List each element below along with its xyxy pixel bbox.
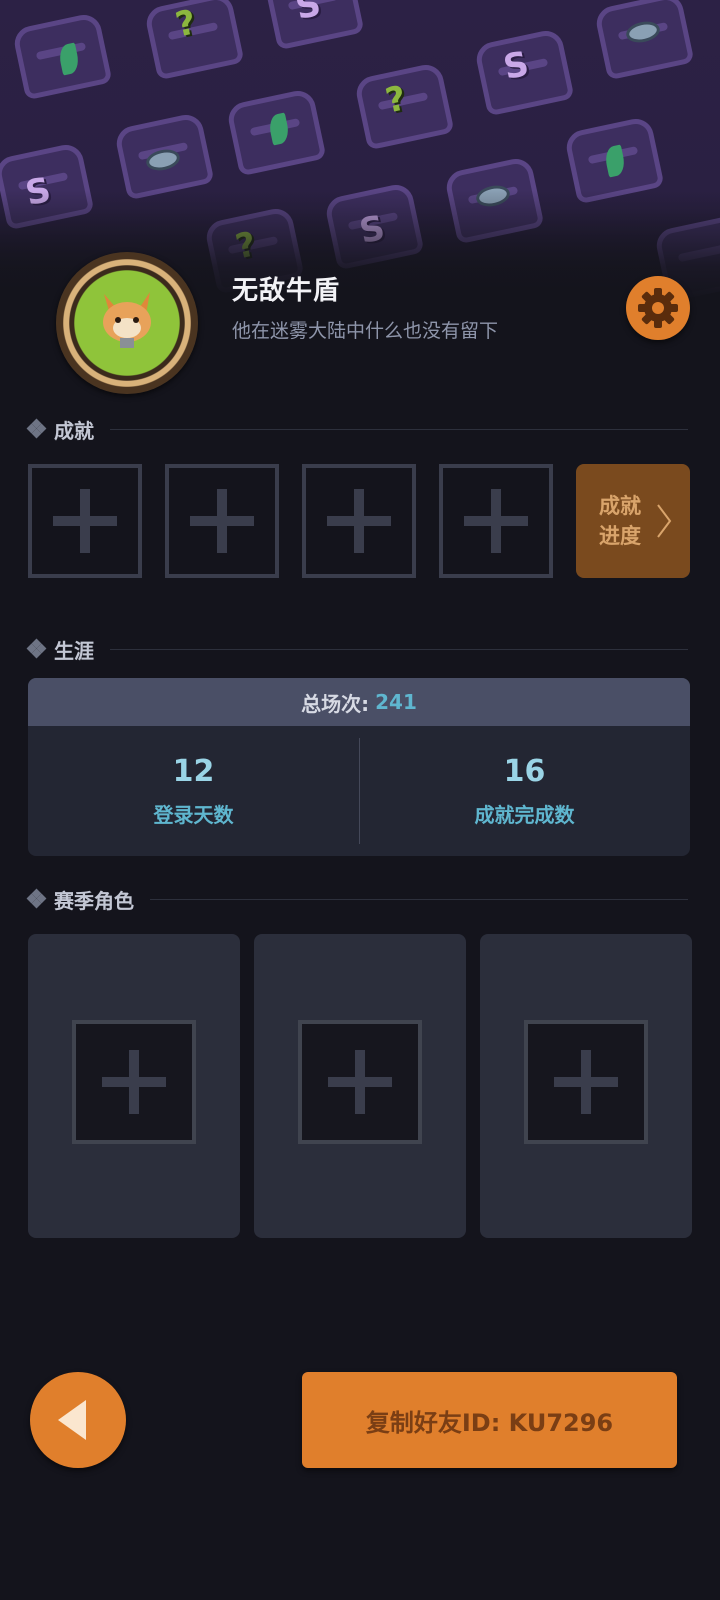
achievement-progress-button[interactable]: 成就进度	[576, 464, 690, 578]
section-title: 成就	[54, 418, 94, 443]
diamond-icon	[26, 888, 47, 909]
divider	[150, 898, 688, 900]
diamond-icon	[26, 418, 47, 439]
plus-icon	[328, 1050, 392, 1114]
section-title: 赛季角色	[54, 888, 134, 913]
character-slot	[524, 1020, 648, 1144]
plus-icon	[53, 489, 117, 553]
stat-login-days: 12 登录天数	[28, 726, 359, 856]
plus-icon	[102, 1050, 166, 1114]
chevron-right-icon	[657, 504, 672, 538]
stat-value: 16	[503, 754, 546, 789]
career-stats: 12 登录天数 16 成就完成数	[28, 726, 690, 856]
plus-icon	[327, 489, 391, 553]
achievement-slot[interactable]	[302, 464, 416, 578]
achievements-header: 成就	[26, 414, 688, 444]
achievement-slot[interactable]	[28, 464, 142, 578]
copy-friend-id-button[interactable]: 复制好友ID: KU7296	[302, 1372, 677, 1468]
avatar[interactable]	[56, 252, 198, 394]
career-card: 总场次: 241 12 登录天数 16 成就完成数	[28, 678, 690, 856]
achievement-slot[interactable]	[439, 464, 553, 578]
back-button[interactable]	[30, 1372, 126, 1468]
gear-icon	[638, 288, 678, 328]
season-character-card[interactable]	[480, 934, 692, 1238]
total-matches-label: 总场次:	[301, 691, 370, 716]
season-characters-header: 赛季角色	[26, 884, 688, 914]
total-matches: 总场次: 241	[28, 678, 690, 726]
season-character-card[interactable]	[28, 934, 240, 1238]
section-title: 生涯	[54, 638, 94, 663]
diamond-icon	[26, 638, 47, 659]
profile-name: 无敌牛盾	[232, 276, 341, 306]
plus-icon	[554, 1050, 618, 1114]
total-matches-value: 241	[375, 690, 417, 714]
fox-avatar-icon	[103, 292, 151, 348]
settings-button[interactable]	[626, 276, 690, 340]
divider	[110, 648, 688, 650]
character-slot	[298, 1020, 422, 1144]
career-header: 生涯	[26, 634, 688, 664]
plus-icon	[464, 489, 528, 553]
achievement-slot[interactable]	[165, 464, 279, 578]
back-arrow-icon	[58, 1400, 86, 1440]
season-character-card[interactable]	[254, 934, 466, 1238]
divider	[110, 428, 688, 430]
stat-label: 登录天数	[153, 803, 234, 827]
character-slot	[72, 1020, 196, 1144]
profile-bio: 他在迷雾大陆中什么也没有留下	[232, 320, 499, 342]
plus-icon	[190, 489, 254, 553]
stat-label: 成就完成数	[474, 803, 575, 827]
achievement-progress-label: 成就进度	[599, 494, 641, 548]
stat-value: 12	[172, 754, 215, 789]
stat-achievements-done: 16 成就完成数	[359, 726, 690, 856]
